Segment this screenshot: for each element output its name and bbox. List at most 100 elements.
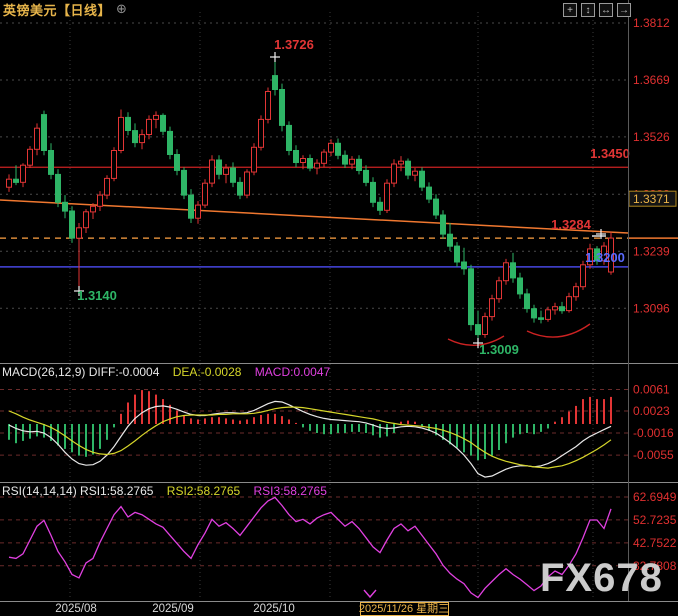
candle-body — [581, 265, 586, 287]
candle-body — [119, 117, 124, 150]
candle-body — [546, 310, 551, 320]
candle-body — [336, 143, 341, 155]
crosshair-tool-icon[interactable]: + — [563, 3, 577, 17]
x-axis-scale-icon[interactable]: ↔ — [599, 3, 613, 17]
candle-body — [329, 143, 334, 152]
macd-axis-label: 0.0023 — [633, 404, 670, 418]
candle-body — [532, 309, 537, 318]
candle-body — [420, 171, 425, 187]
candle-body — [252, 147, 257, 172]
candle-body — [483, 317, 488, 335]
candle-body — [196, 205, 201, 218]
macd-header: MACD(26,12,9) DIFF:-0.0004 DEA:-0.0028 M… — [2, 365, 330, 379]
candle-body — [294, 151, 299, 163]
candle-body — [210, 160, 215, 183]
candle-body — [455, 246, 460, 262]
page-title: 英镑美元【日线】 — [3, 0, 111, 19]
candle-body — [364, 170, 369, 182]
candle-body — [14, 179, 19, 182]
price-annotation: 1.3140 — [77, 288, 117, 303]
rsi2-label: RSI2:58.2765 — [167, 484, 240, 498]
price-annotation: 1.3726 — [274, 37, 314, 52]
candle-body — [357, 159, 362, 170]
candle-body — [189, 195, 194, 218]
candle-body — [28, 149, 33, 165]
candle-body — [175, 155, 180, 171]
rsi-line — [9, 497, 611, 597]
date-pointer-icon — [364, 590, 376, 597]
rsi-header: RSI(14,14,14) RSI1:58.2765 RSI2:58.2765 … — [2, 484, 327, 498]
candle-body — [168, 131, 173, 154]
price-annotation: 1.3009 — [479, 342, 519, 357]
candle-body — [567, 297, 572, 311]
candle-body — [287, 125, 292, 150]
rsi3-label: RSI3:58.2765 — [254, 484, 327, 498]
candle-body — [553, 307, 558, 310]
candle-body — [140, 135, 145, 143]
candle-body — [385, 183, 390, 210]
price-axis-label: 1.3669 — [633, 73, 670, 87]
candle-body — [84, 212, 89, 228]
fx678-watermark: FX678 — [540, 556, 663, 601]
candle-body — [448, 234, 453, 246]
candle-body — [378, 202, 383, 210]
candle-body — [560, 307, 565, 311]
price-axis-label: 1.3096 — [633, 301, 670, 315]
candle-body — [490, 299, 495, 317]
price-axis-label: 1.3239 — [633, 244, 670, 258]
candle-body — [91, 206, 96, 212]
candle-body — [105, 178, 110, 195]
candle-body — [42, 115, 47, 151]
candle-body — [399, 161, 404, 164]
macd-params-diff-label: MACD(26,12,9) DIFF:-0.0004 — [2, 365, 159, 379]
candle-body — [462, 262, 467, 269]
chart-titlebar: 英镑美元【日线】 ⊕ — [3, 1, 127, 17]
candle-body — [266, 92, 271, 120]
candle-body — [343, 155, 348, 164]
current-date-label: 2025/11/26 星期三 — [359, 602, 449, 615]
candle-body — [98, 195, 103, 206]
candle-body — [217, 160, 222, 174]
candle-body — [301, 159, 306, 163]
candle-body — [112, 151, 117, 179]
candle-body — [427, 187, 432, 199]
chart-toolbar: + ↕ ↔ → — [563, 3, 631, 17]
chart-canvas[interactable]: 1.37261.31401.30091.34501.32841.32001.38… — [0, 0, 678, 616]
rsi-axis-label: 62.6949 — [633, 490, 677, 504]
rsi-params-rsi1-label: RSI(14,14,14) RSI1:58.2765 — [2, 484, 153, 498]
resistance-label: 1.3450 — [590, 146, 630, 161]
candle-body — [238, 182, 243, 195]
candle-body — [441, 215, 446, 234]
double-bottom-arc — [527, 324, 590, 337]
month-label: 2025/08 — [55, 603, 97, 615]
candle-body — [182, 170, 187, 195]
price-axis-label: 1.3812 — [633, 16, 670, 30]
add-indicator-icon[interactable]: ⊕ — [116, 1, 127, 17]
support-label: 1.3200 — [585, 250, 625, 265]
rsi-axis-label: 42.7522 — [633, 536, 677, 550]
candle-body — [392, 164, 397, 183]
trendline — [0, 200, 628, 233]
trading-chart-window: 英镑美元【日线】 ⊕ + ↕ ↔ → 1.3726 1.3140 1.3009 1.3450… — [0, 0, 678, 616]
y-axis-scale-icon[interactable]: ↕ — [581, 3, 595, 17]
candle-body — [245, 172, 250, 195]
candle-body — [56, 174, 61, 202]
candle-body — [154, 115, 159, 119]
exit-chart-icon[interactable]: → — [617, 3, 631, 17]
macd-axis-label: -0.0055 — [633, 448, 674, 462]
candle-body — [322, 152, 327, 163]
candle-body — [133, 131, 138, 143]
candle-body — [7, 179, 12, 187]
macd-axis-label: 0.0061 — [633, 383, 670, 397]
candle-body — [511, 263, 516, 278]
candle-body — [259, 119, 264, 147]
candle-body — [315, 163, 320, 168]
candle-body — [434, 199, 439, 215]
macd-axis-label: -0.0016 — [633, 426, 674, 440]
candle-body — [280, 90, 285, 126]
month-label: 2025/09 — [152, 603, 194, 615]
candle-body — [574, 287, 579, 297]
candle-body — [413, 171, 418, 175]
candle-body — [63, 202, 68, 211]
macd-value-label: MACD:0.0047 — [255, 365, 330, 379]
